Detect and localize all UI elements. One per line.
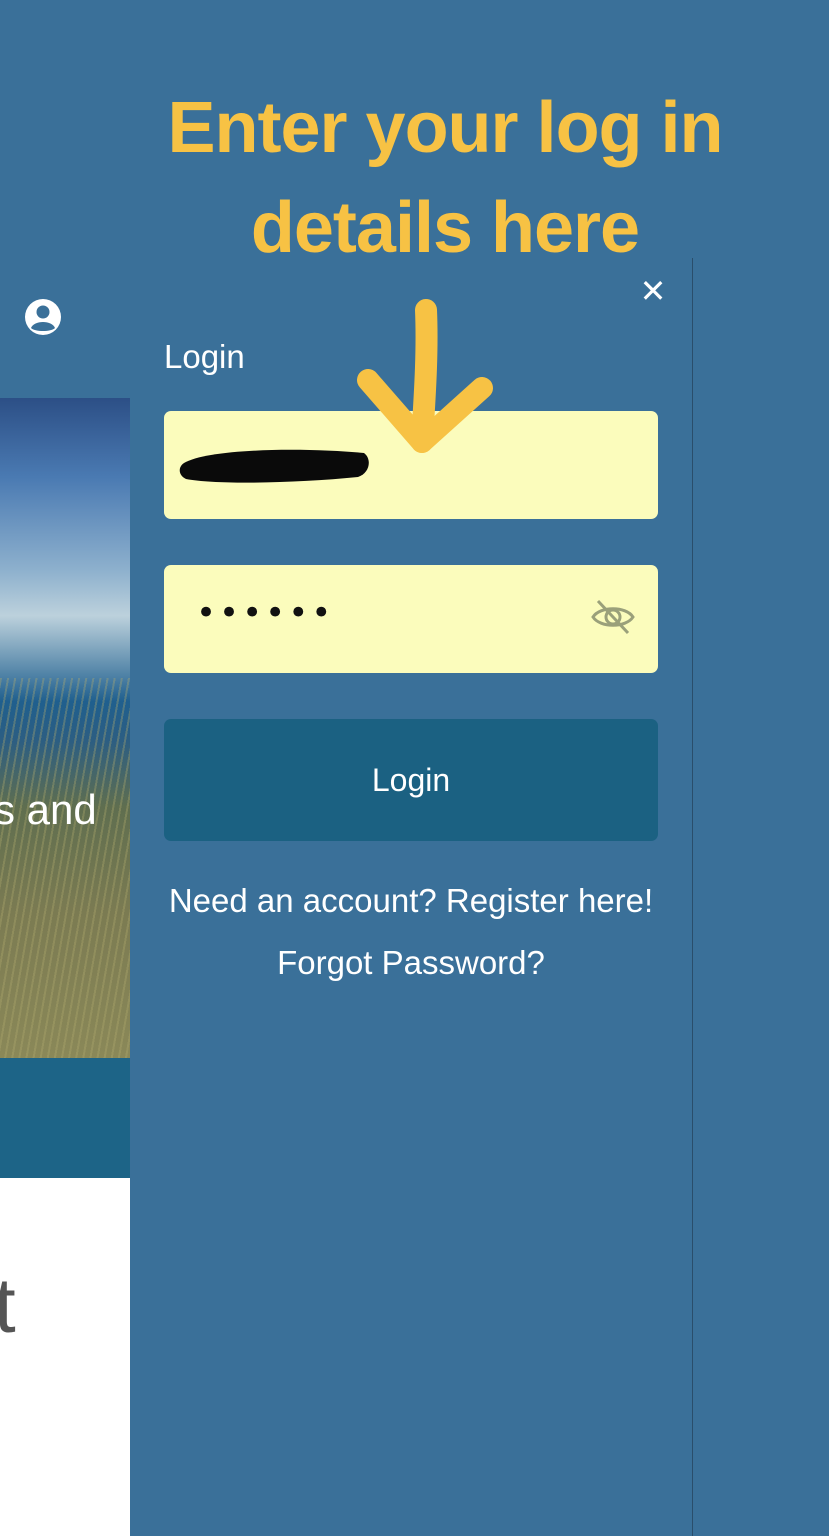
redaction-mark [179,449,369,483]
password-field[interactable]: •••••• [164,565,658,673]
eye-slash-icon[interactable] [590,597,636,637]
annotation-heading: Enter your log in details here [120,78,770,278]
login-title: Login [164,338,245,375]
hero-image: s and [0,398,130,1058]
password-value: •••••• [196,593,335,633]
annotation-line-1: Enter your log in [167,88,723,168]
screen: s and t Enter your log in details here ✕… [0,0,829,1536]
user-icon[interactable] [24,298,62,336]
register-link[interactable]: Register here! [446,882,653,919]
need-account-text: Need an account? [168,882,437,919]
login-button[interactable]: Login [164,719,658,841]
close-icon[interactable]: ✕ [638,275,668,307]
content-block: t [0,1178,130,1536]
forgot-password-link[interactable]: Forgot Password? [277,944,545,981]
hero-text: s and [0,786,97,833]
arrow-icon [357,299,493,453]
content-text: t [0,1261,16,1349]
teal-band [0,1058,130,1178]
account-links: Need an account? Register here! Forgot P… [164,870,658,994]
